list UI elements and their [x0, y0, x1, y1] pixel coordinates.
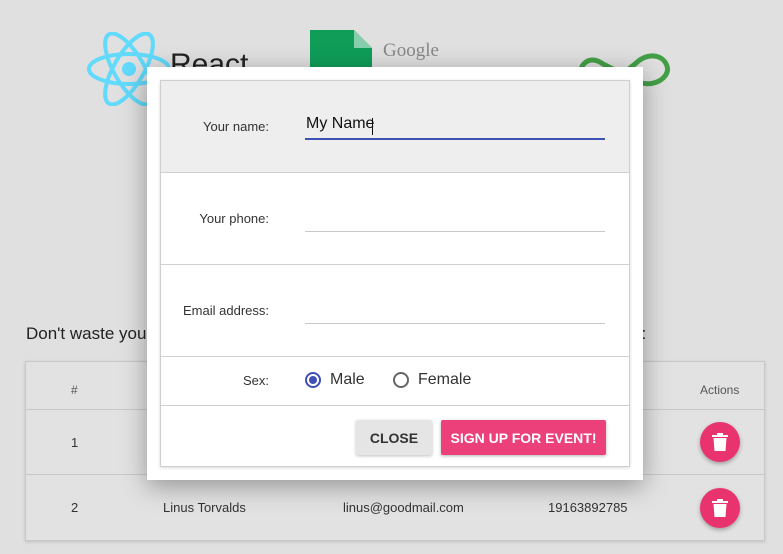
sex-radio-female[interactable]: Female [393, 371, 471, 389]
trash-icon [712, 433, 728, 451]
close-button[interactable]: CLOSE [356, 420, 432, 455]
email-input[interactable] [305, 293, 605, 323]
column-header-number: # [71, 383, 78, 397]
name-input-underline [305, 138, 605, 140]
row-phone: 19163892785 [548, 500, 628, 515]
sex-radio-male[interactable]: Male [305, 371, 365, 389]
phone-input-underline [305, 231, 605, 232]
email-row: Email address: [161, 265, 629, 357]
name-row: Your name: [161, 81, 629, 173]
row-name: Linus Torvalds [163, 500, 246, 515]
email-input-underline [305, 323, 605, 324]
sex-row: Sex: Male Female [161, 357, 629, 406]
email-label: Email address: [183, 303, 269, 318]
phone-label: Your phone: [199, 211, 269, 226]
sex-label: Sex: [242, 373, 269, 388]
google-logo-text: Google [383, 40, 439, 61]
phone-input[interactable] [305, 201, 605, 231]
signup-form: Your name: Your phone: Email address: Se… [160, 80, 630, 467]
column-header-actions: Actions [700, 383, 740, 397]
name-input[interactable] [305, 109, 605, 139]
google-sheets-logo-icon [310, 30, 372, 70]
radio-label-female: Female [418, 371, 472, 388]
signup-button[interactable]: SIGN UP FOR EVENT! [441, 420, 606, 455]
radio-checked-icon [305, 372, 321, 388]
row-email: linus@goodmail.com [343, 500, 464, 515]
row-number: 2 [71, 500, 79, 515]
name-label: Your name: [202, 119, 269, 134]
trash-icon [712, 499, 728, 517]
text-caret [372, 118, 373, 135]
intro-text: Don't waste you [26, 324, 147, 343]
table-row: 2 Linus Torvalds linus@goodmail.com 1916… [26, 475, 764, 541]
delete-button[interactable] [700, 422, 740, 462]
phone-row: Your phone: [161, 173, 629, 265]
radio-unchecked-icon [393, 372, 409, 388]
radio-label-male: Male [330, 371, 365, 388]
row-number: 1 [71, 435, 79, 450]
signup-dialog: Your name: Your phone: Email address: Se… [147, 67, 643, 480]
delete-button[interactable] [700, 488, 740, 528]
